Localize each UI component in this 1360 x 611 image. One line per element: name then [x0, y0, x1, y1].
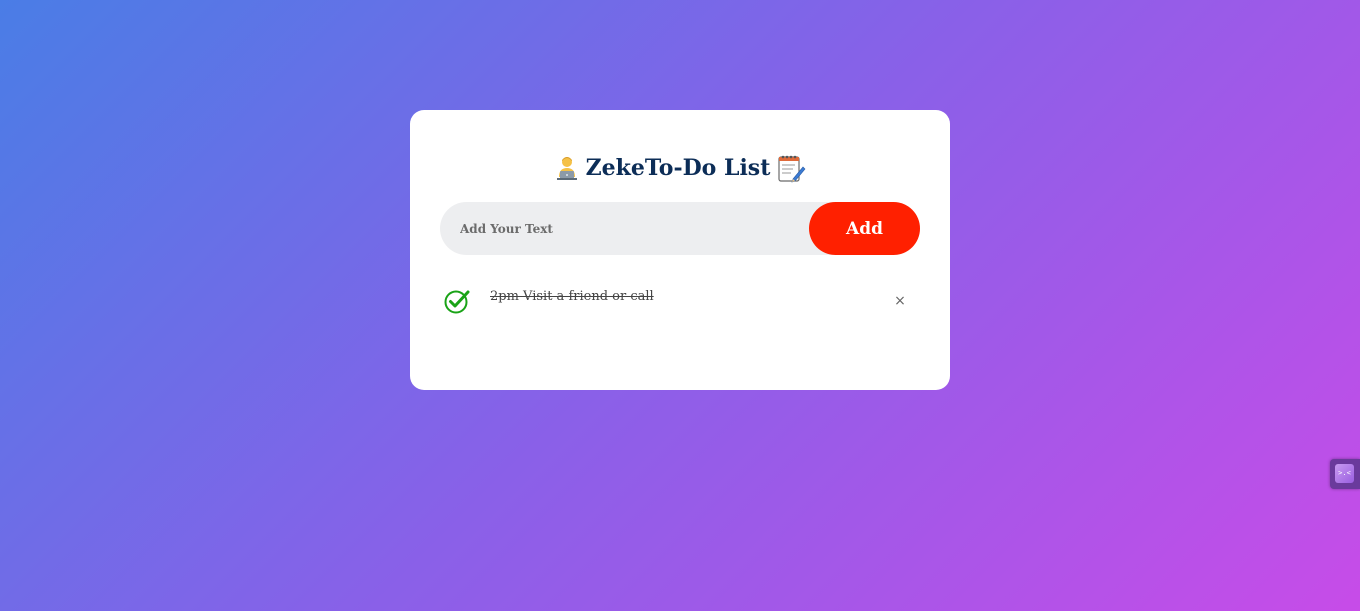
input-row: Add	[440, 202, 920, 255]
app-title-text: ZekeTo-Do List	[585, 155, 771, 181]
task-list: 2pm Visit a friend or call ×	[440, 281, 920, 321]
person-at-laptop-icon	[554, 155, 580, 181]
extension-widget-icon[interactable]: >.<	[1335, 464, 1354, 483]
close-icon[interactable]: ×	[890, 291, 910, 311]
side-widget[interactable]: >.<	[1330, 459, 1360, 489]
todo-card: ZekeTo-Do List Add Your Text Add 2pm Vis…	[410, 110, 950, 390]
check-circle-icon[interactable]	[444, 288, 470, 314]
task-input[interactable]	[440, 202, 800, 255]
app-title: ZekeTo-Do List	[440, 150, 920, 186]
list-item[interactable]: 2pm Visit a friend or call ×	[440, 281, 920, 321]
notepad-pencil-icon	[776, 153, 806, 183]
add-button[interactable]: Add	[809, 202, 920, 255]
task-text: 2pm Visit a friend or call	[490, 289, 654, 304]
